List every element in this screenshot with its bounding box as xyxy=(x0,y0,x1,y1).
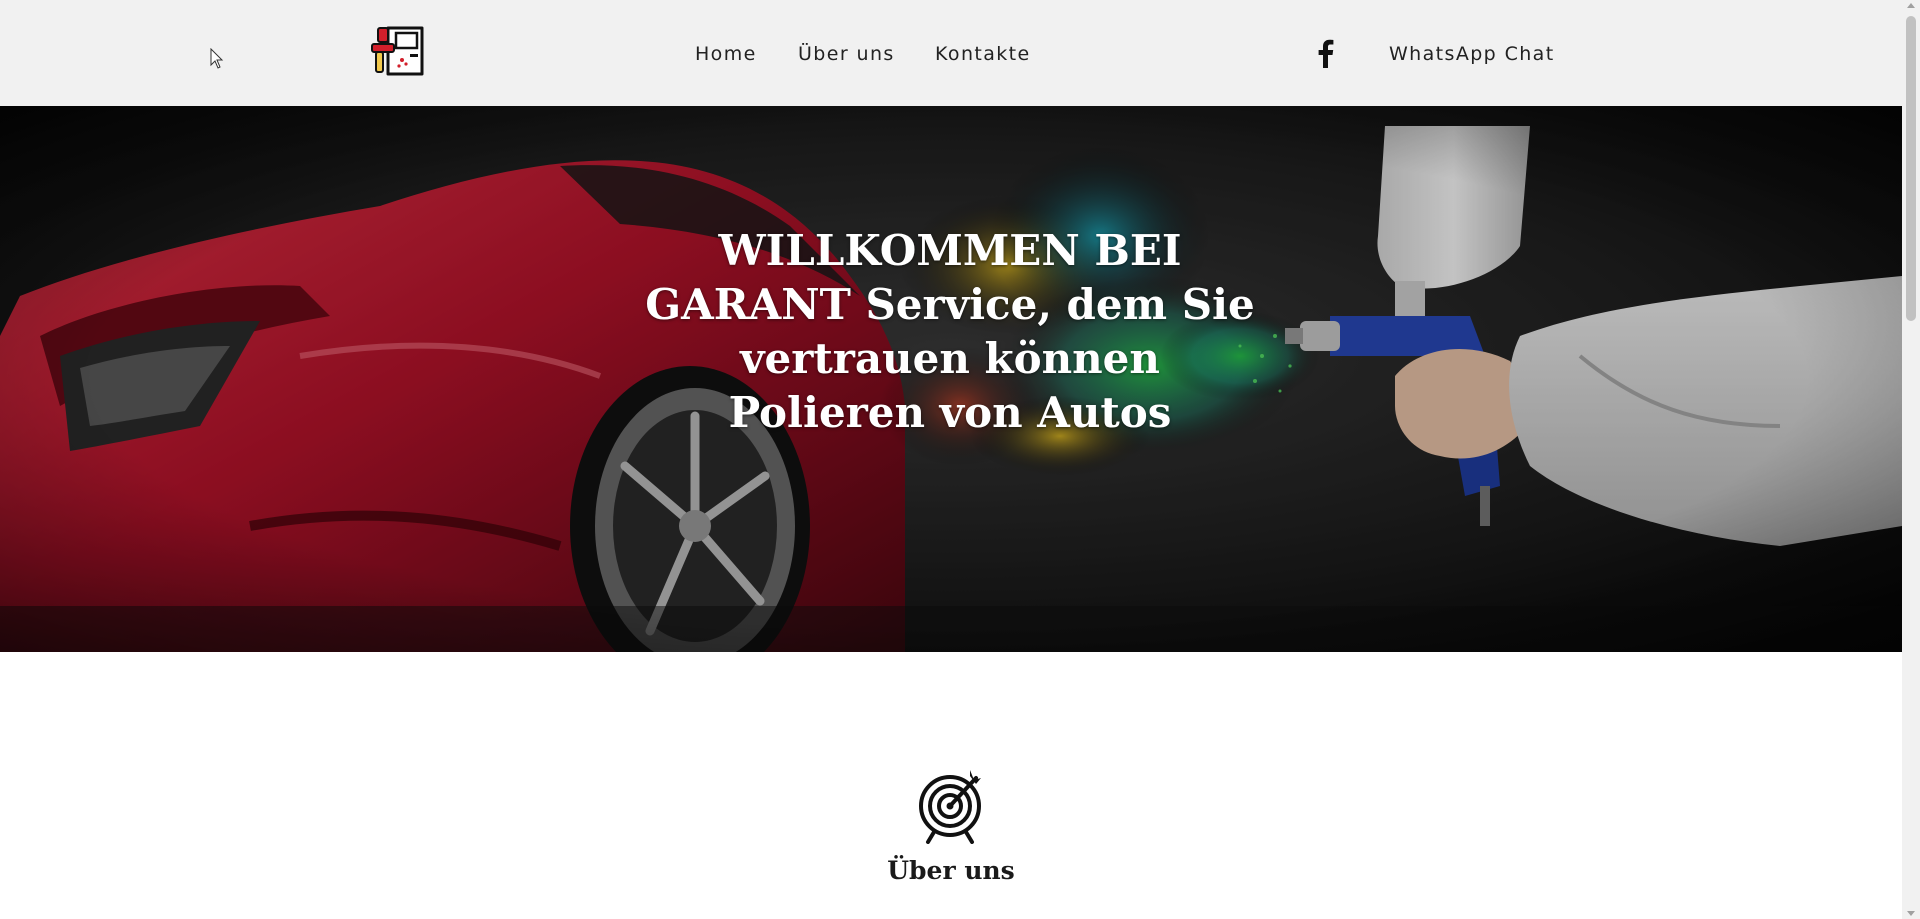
target-dart-icon xyxy=(919,770,981,844)
facebook-icon[interactable] xyxy=(1314,38,1338,68)
nav-about-link[interactable]: Über uns xyxy=(798,40,895,68)
site-header: Home Über uns Kontakte WhatsApp Chat xyxy=(0,0,1902,106)
scrollbar-thumb[interactable] xyxy=(1906,16,1916,321)
about-section-title: Über uns xyxy=(887,856,1015,885)
mouse-cursor-icon xyxy=(210,48,224,69)
hero-title: WILLKOMMEN BEI GARANT Service, dem Sie v… xyxy=(645,226,1255,437)
logo-icon[interactable] xyxy=(366,24,426,80)
scroll-up-arrow-icon[interactable] xyxy=(1907,3,1915,8)
whatsapp-chat-link[interactable]: WhatsApp Chat xyxy=(1389,40,1555,68)
nav-home-link[interactable]: Home xyxy=(695,40,757,68)
nav-contacts-link[interactable]: Kontakte xyxy=(935,40,1031,68)
hero-banner: WILLKOMMEN BEI GARANT Service, dem Sie v… xyxy=(0,106,1902,652)
scroll-down-arrow-icon[interactable] xyxy=(1907,911,1915,916)
page-scrollbar[interactable] xyxy=(1902,0,1920,919)
